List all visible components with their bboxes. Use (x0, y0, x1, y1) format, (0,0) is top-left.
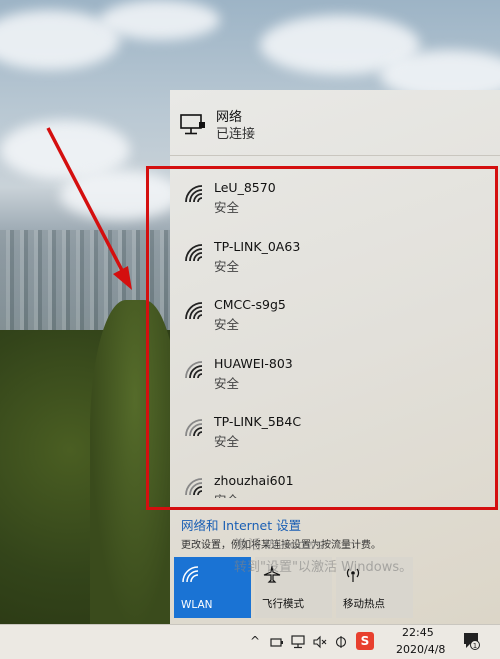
chevron-up-icon[interactable]: ^ (250, 634, 260, 648)
sogou-ime-icon[interactable]: S (356, 632, 374, 650)
connection-status[interactable]: 网络 已连接 (170, 90, 500, 156)
volume-muted-icon[interactable] (313, 635, 327, 649)
sync-icon[interactable] (334, 635, 348, 649)
battery-icon[interactable] (270, 635, 284, 649)
tile-label: WLAN (181, 599, 213, 611)
ethernet-pc-icon (180, 114, 205, 135)
watermark-line-1: 激活 Windows (235, 538, 324, 553)
activation-watermark: 激活 Windows 转到"设置"以激活 Windows。 (234, 535, 413, 579)
notification-count: 1 (473, 642, 477, 650)
watermark-line-2: 转到"设置"以激活 Windows。 (234, 560, 413, 575)
annotation-highlight-box (146, 166, 498, 510)
wifi-icon (182, 566, 199, 583)
action-center-icon[interactable]: 1 (462, 631, 480, 651)
tile-label: 移动热点 (343, 598, 385, 610)
status-subtitle: 已连接 (216, 127, 256, 142)
clock-date[interactable]: 2020/4/8 (396, 643, 445, 656)
clock-time[interactable]: 22:45 (402, 626, 434, 639)
taskbar: ^ S 22:45 2020/4/8 1 (0, 624, 500, 659)
network-internet-settings-link[interactable]: 网络和 Internet 设置 (181, 515, 301, 534)
network-icon[interactable] (291, 635, 307, 649)
tile-label: 飞行模式 (262, 598, 304, 610)
